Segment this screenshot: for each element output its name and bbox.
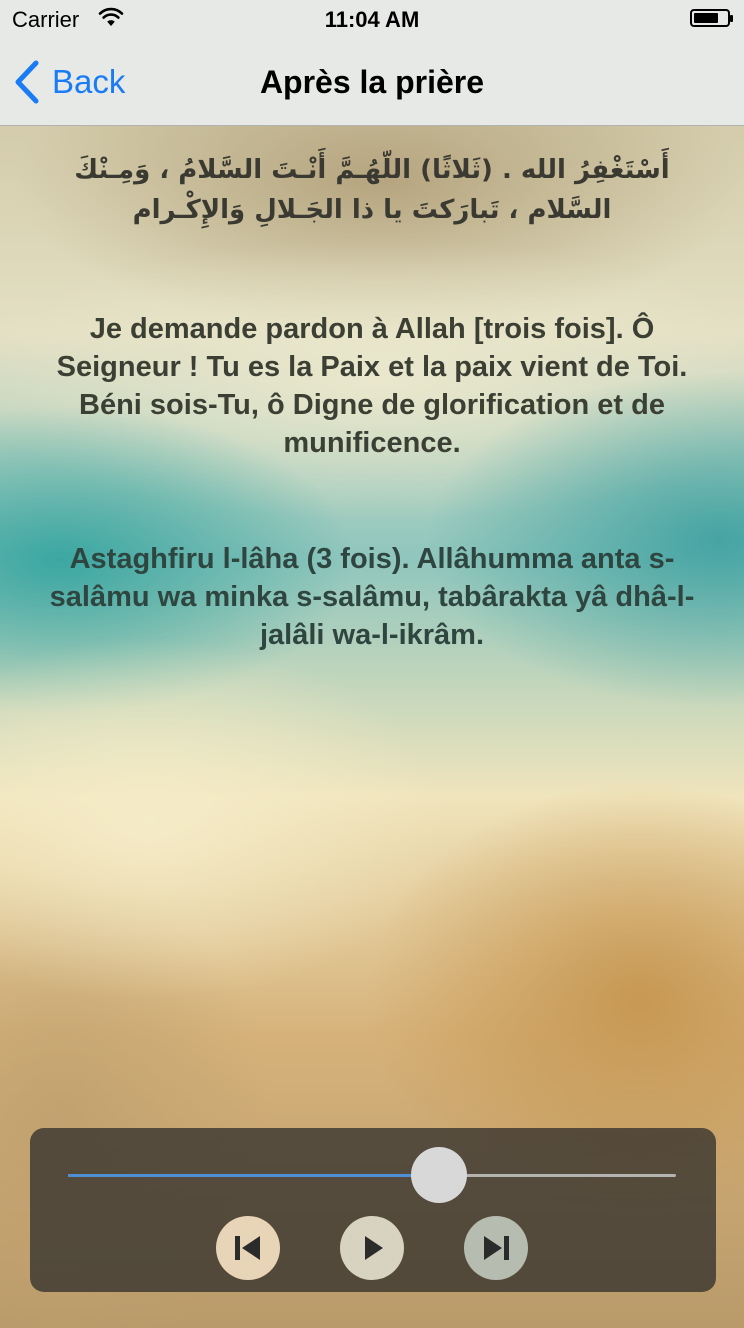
play-button[interactable]: [340, 1216, 404, 1280]
battery-level: [694, 13, 718, 23]
french-translation: Je demande pardon à Allah [trois fois]. …: [56, 313, 688, 459]
arabic-text: أَسْتَغْفِرُ الله . (ثَلاثًا) اللّهُـمَّ…: [74, 155, 670, 225]
progress-slider[interactable]: [68, 1147, 676, 1203]
battery-icon: [690, 9, 733, 27]
slider-thumb[interactable]: [410, 1147, 467, 1203]
page-title: Après la prière: [259, 64, 485, 100]
next-button[interactable]: [464, 1216, 528, 1280]
navigation-bar: Back Après la prière: [0, 40, 744, 126]
transliteration-text: Astaghfiru l-lâha (3 fois). Allâhumma an…: [49, 543, 695, 651]
skip-next-icon: [484, 1236, 509, 1260]
play-icon: [365, 1236, 383, 1260]
status-bar: Carrier 11:04 AM: [0, 0, 744, 40]
progress-fill: [68, 1174, 439, 1177]
audio-player: [30, 1128, 716, 1292]
status-time: 11:04 AM: [324, 7, 420, 32]
previous-button[interactable]: [216, 1216, 280, 1280]
skip-previous-icon: [235, 1236, 260, 1260]
